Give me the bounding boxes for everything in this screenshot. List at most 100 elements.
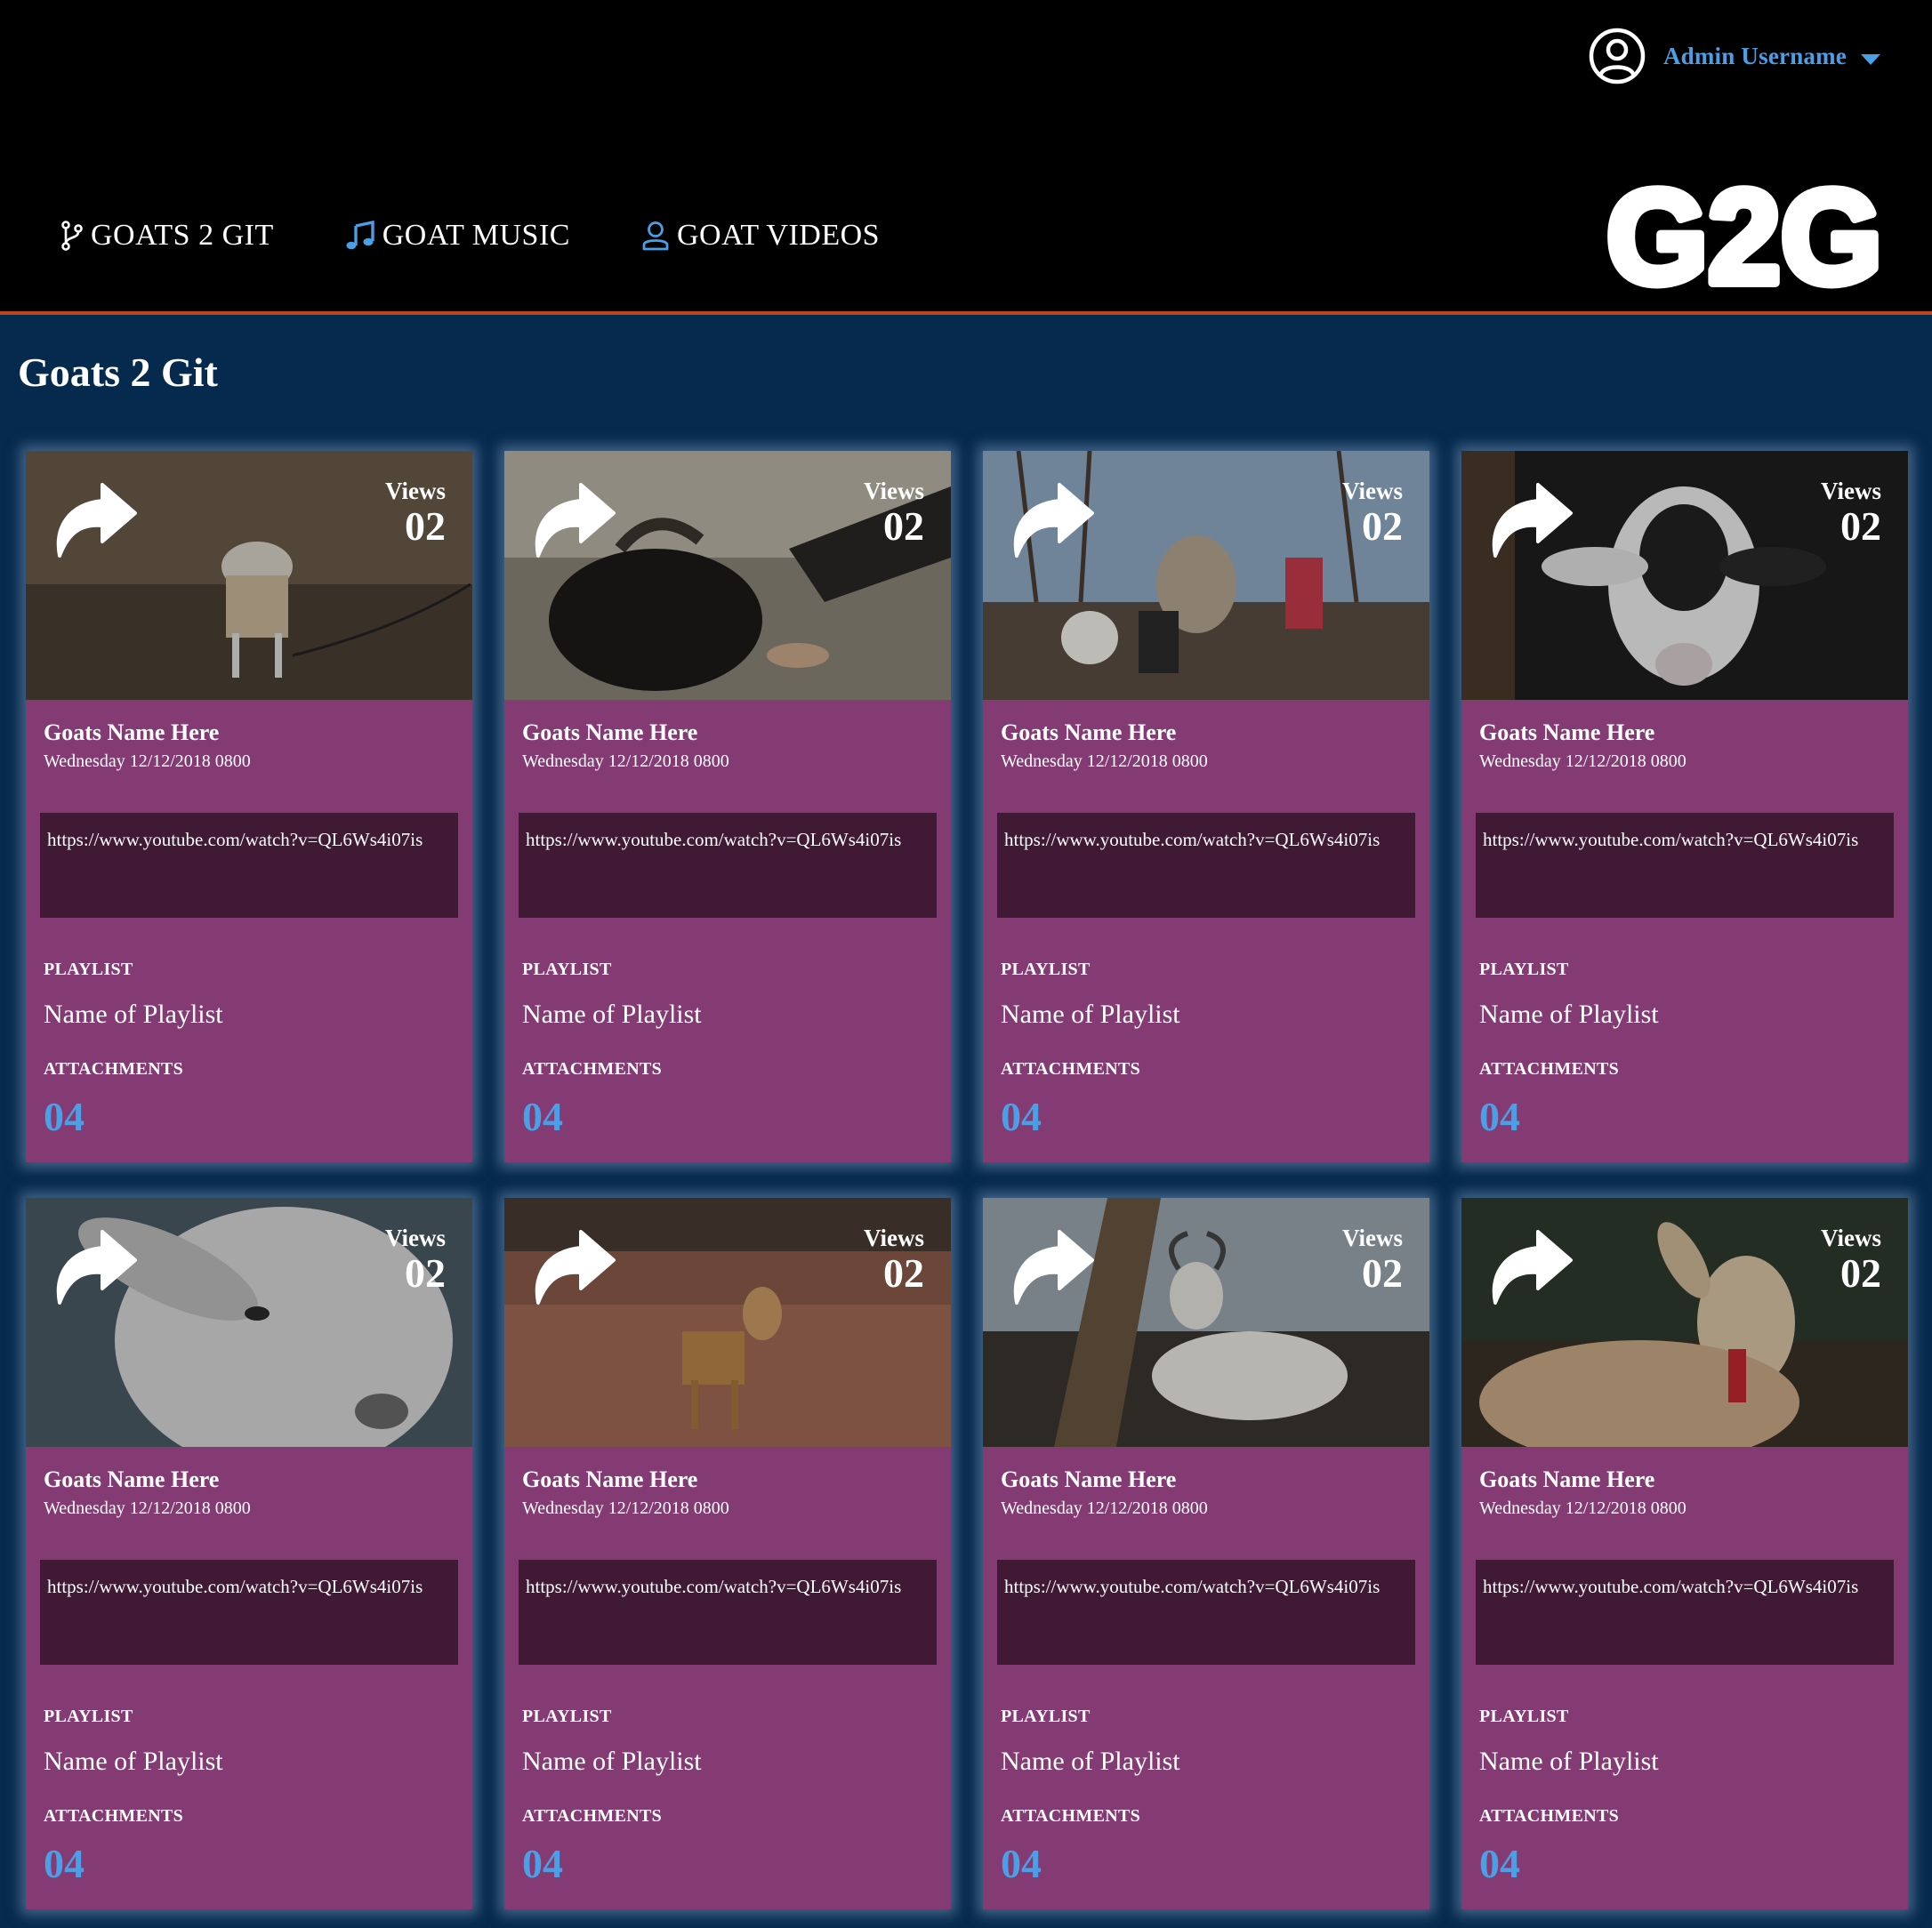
video-url-field[interactable]: https://www.youtube.com/watch?v=QL6Ws4i0… [997,813,1415,918]
attachments-count[interactable]: 04 [522,1840,563,1887]
nav-label: GOAT VIDEOS [676,219,881,252]
video-card[interactable]: Views 02 Goats Name Here Wednesday 12/12/20… [983,451,1429,1162]
attachments-count[interactable]: 04 [1479,1840,1520,1887]
goat-thumbnail[interactable]: Views 02 [26,1198,472,1447]
video-url-field[interactable]: https://www.youtube.com/watch?v=QL6Ws4i0… [1476,813,1894,918]
playlist-label: PLAYLIST [522,1707,612,1726]
goat-name: Goats Name Here [522,1466,698,1492]
views-counter: Views 02 [1342,478,1403,549]
share-arrow-icon[interactable] [527,1228,616,1308]
video-url-field[interactable]: https://www.youtube.com/watch?v=QL6Ws4i0… [997,1560,1415,1665]
playlist-name[interactable]: Name of Playlist [1001,1000,1180,1030]
attachments-label: ATTACHMENTS [1001,1059,1141,1079]
attachments-count[interactable]: 04 [44,1840,85,1887]
caret-down-icon[interactable] [1861,54,1880,65]
user-name[interactable]: Admin Username [1663,43,1847,70]
goat-thumbnail[interactable]: Views 02 [983,1198,1429,1447]
playlist-name[interactable]: Name of Playlist [1001,1747,1180,1777]
playlist-label: PLAYLIST [1001,960,1091,979]
attachments-count[interactable]: 04 [1479,1093,1520,1140]
attachments-count[interactable]: 04 [44,1093,85,1140]
views-counter: Views 02 [385,1225,446,1296]
views-counter: Views 02 [1821,1225,1881,1296]
playlist-label: PLAYLIST [1479,960,1569,979]
goat-thumbnail[interactable]: Views 02 [1461,1198,1908,1447]
video-card[interactable]: Views 02 Goats Name Here Wednesday 12/12/20… [504,451,951,1162]
user-circle-icon[interactable] [1589,28,1646,84]
video-card[interactable]: Views 02 Goats Name Here Wednesday 12/12/20… [26,451,472,1162]
video-card[interactable]: Views 02 Goats Name Here Wednesday 12/12/20… [504,1198,951,1909]
share-arrow-icon[interactable] [527,481,616,561]
goat-date: Wednesday 12/12/2018 0800 [44,751,251,771]
playlist-name[interactable]: Name of Playlist [522,1747,702,1777]
video-url-field[interactable]: https://www.youtube.com/watch?v=QL6Ws4i0… [40,813,458,918]
views-label: Views [385,478,446,504]
playlist-label: PLAYLIST [522,960,612,979]
goat-name: Goats Name Here [44,1466,220,1492]
attachments-count[interactable]: 04 [1001,1840,1042,1887]
views-label: Views [864,478,924,504]
user-menu[interactable]: Admin Username [1589,27,1880,85]
nav-item-goat-music[interactable]: GOAT MUSIC [345,219,570,253]
share-arrow-icon[interactable] [49,1228,138,1308]
views-count: 02 [1362,1250,1403,1296]
goat-thumbnail[interactable]: Views 02 [504,451,951,700]
video-card[interactable]: Views 02 Goats Name Here Wednesday 12/12/20… [1461,1198,1908,1909]
nav-label: GOAT MUSIC [382,219,570,252]
git-branch-icon [61,221,83,251]
attachments-label: ATTACHMENTS [44,1806,184,1826]
video-url-field[interactable]: https://www.youtube.com/watch?v=QL6Ws4i0… [519,1560,937,1665]
views-count: 02 [883,1250,924,1296]
video-card[interactable]: Views 02 Goats Name Here Wednesday 12/12/20… [983,1198,1429,1909]
views-counter: Views 02 [1821,478,1881,549]
goat-name: Goats Name Here [522,719,698,745]
goat-date: Wednesday 12/12/2018 0800 [522,1498,729,1518]
goat-thumbnail[interactable]: Views 02 [26,451,472,700]
user-outline-icon [642,221,669,251]
goat-date: Wednesday 12/12/2018 0800 [44,1498,251,1518]
playlist-label: PLAYLIST [1479,1707,1569,1726]
share-arrow-icon[interactable] [1485,1228,1574,1308]
playlist-name[interactable]: Name of Playlist [522,1000,702,1030]
playlist-name[interactable]: Name of Playlist [1479,1747,1659,1777]
playlist-name[interactable]: Name of Playlist [44,1000,223,1030]
video-url-field[interactable]: https://www.youtube.com/watch?v=QL6Ws4i0… [40,1560,458,1665]
video-url-field[interactable]: https://www.youtube.com/watch?v=QL6Ws4i0… [519,813,937,918]
share-arrow-icon[interactable] [1006,481,1095,561]
views-label: Views [385,1225,446,1251]
views-label: Views [1821,1225,1881,1251]
logo-text: G2G [1606,178,1882,293]
attachments-count[interactable]: 04 [1001,1093,1042,1140]
nav-item-goats-2-git[interactable]: GOATS 2 GIT [60,219,274,253]
goat-date: Wednesday 12/12/2018 0800 [1001,751,1208,771]
g2g-logo[interactable]: G2G [1601,178,1888,293]
share-arrow-icon[interactable] [1006,1228,1095,1308]
attachments-label: ATTACHMENTS [44,1059,184,1079]
views-count: 02 [1362,503,1403,549]
video-url-field[interactable]: https://www.youtube.com/watch?v=QL6Ws4i0… [1476,1560,1894,1665]
goat-name: Goats Name Here [1001,719,1177,745]
share-arrow-icon[interactable] [49,481,138,561]
goat-date: Wednesday 12/12/2018 0800 [522,751,729,771]
goat-thumbnail[interactable]: Views 02 [1461,451,1908,700]
playlist-label: PLAYLIST [44,1707,133,1726]
views-counter: Views 02 [864,1225,924,1296]
playlist-name[interactable]: Name of Playlist [44,1747,223,1777]
goat-name: Goats Name Here [1479,719,1655,745]
attachments-count[interactable]: 04 [522,1093,563,1140]
goat-date: Wednesday 12/12/2018 0800 [1479,1498,1686,1518]
goat-thumbnail[interactable]: Views 02 [983,451,1429,700]
video-card[interactable]: Views 02 Goats Name Here Wednesday 12/12/20… [26,1198,472,1909]
video-card[interactable]: Views 02 Goats Name Here Wednesday 12/12/20… [1461,451,1908,1162]
attachments-label: ATTACHMENTS [1001,1806,1141,1826]
goat-thumbnail[interactable]: Views 02 [504,1198,951,1447]
views-label: Views [864,1225,924,1251]
attachments-label: ATTACHMENTS [1479,1806,1620,1826]
views-counter: Views 02 [864,478,924,549]
goat-date: Wednesday 12/12/2018 0800 [1479,751,1686,771]
goat-name: Goats Name Here [1479,1466,1655,1492]
share-arrow-icon[interactable] [1485,481,1574,561]
views-count: 02 [883,503,924,549]
nav-item-goat-videos[interactable]: GOAT VIDEOS [641,219,880,253]
playlist-name[interactable]: Name of Playlist [1479,1000,1659,1030]
